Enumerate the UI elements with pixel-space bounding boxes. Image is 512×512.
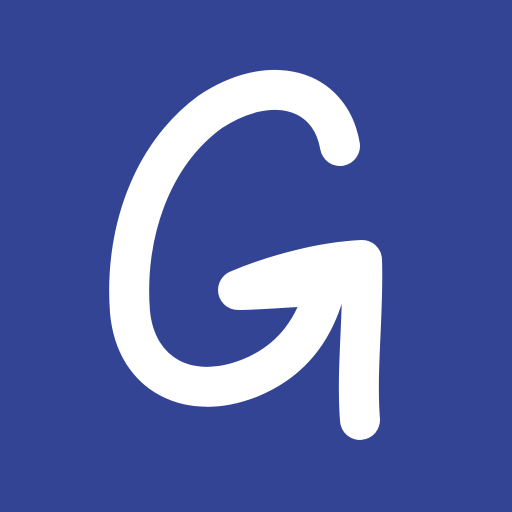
g-letter-stroke	[109, 69, 383, 440]
app-icon	[0, 0, 512, 512]
handwritten-g-logo-icon	[109, 69, 383, 440]
